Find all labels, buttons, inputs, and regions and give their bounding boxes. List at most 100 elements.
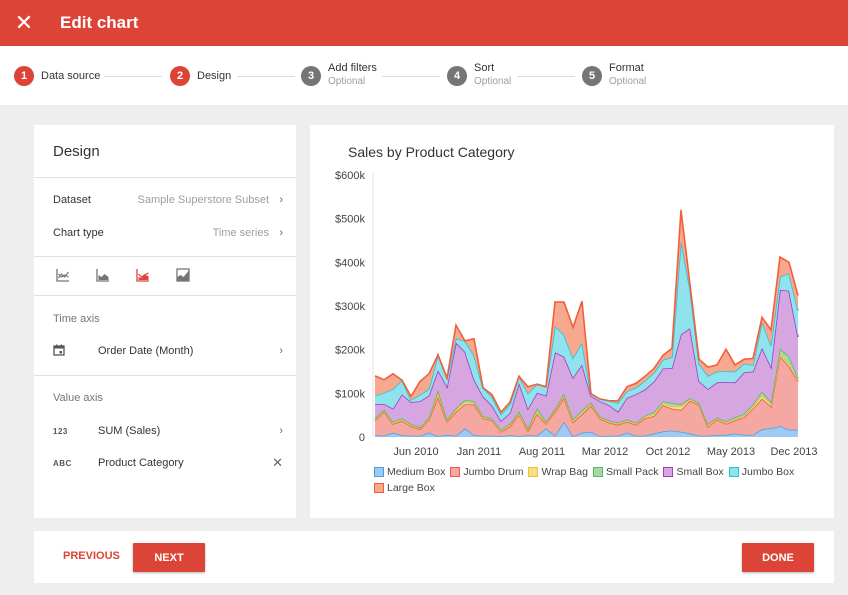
page-title: Edit chart — [60, 13, 139, 32]
close-icon[interactable]: ✕ — [272, 455, 283, 471]
step-number: 5 — [582, 66, 602, 86]
y-tick-label: 0 — [359, 432, 365, 444]
legend-swatch — [374, 467, 384, 477]
x-tick-label: Jan 2011 — [457, 446, 501, 458]
divider — [34, 177, 296, 178]
step-add-filters[interactable]: 3 Add filters Optional — [301, 62, 377, 88]
dataset-value: Sample Superstore Subset — [137, 194, 269, 206]
text-type-icon: ABC — [53, 458, 72, 468]
chart-type-label: Chart type — [53, 227, 104, 239]
legend-label: Medium Box — [387, 466, 446, 478]
step-data-source[interactable]: 1 Data source — [14, 65, 100, 87]
legend-item[interactable]: Large Box — [374, 481, 435, 495]
value-axis-label: Value axis — [53, 392, 103, 404]
dataset-label: Dataset — [53, 194, 91, 206]
chart-preview-panel: Sales by Product Category 0 $100k $200k $30… — [310, 125, 834, 518]
x-tick-label: Aug 2011 — [519, 446, 565, 458]
y-tick-label: $200k — [335, 345, 365, 357]
step-format[interactable]: 5 Format Optional — [582, 62, 647, 88]
legend-item[interactable]: Small Pack — [592, 465, 659, 479]
legend-swatch — [728, 467, 739, 477]
close-icon[interactable]: ✕ — [0, 0, 48, 46]
step-connector — [104, 76, 162, 77]
x-tick-label: May 2013 — [707, 446, 755, 458]
step-number: 4 — [447, 66, 467, 86]
chart-type-row[interactable]: Chart type Time series › — [53, 223, 283, 243]
area-chart-icon[interactable] — [96, 268, 110, 282]
chart-type-value: Time series — [212, 227, 269, 239]
legend-item[interactable]: Medium Box — [374, 465, 445, 479]
time-axis-field-name: Order Date (Month) — [98, 345, 194, 357]
step-connector — [237, 76, 295, 77]
step-sort[interactable]: 4 Sort Optional — [447, 62, 512, 88]
y-tick-label: $500k — [335, 214, 365, 226]
step-number: 3 — [301, 66, 321, 86]
legend-label: Large Box — [387, 482, 435, 494]
legend-label: Jumbo Drum — [463, 466, 524, 478]
step-label: Data source — [41, 70, 101, 82]
step-number: 2 — [170, 66, 190, 86]
step-label: Design — [197, 70, 232, 82]
value-field-name: SUM (Sales) — [98, 425, 161, 437]
legend-item[interactable]: Small Box — [663, 465, 724, 479]
number-type-icon: 123 — [53, 426, 68, 436]
next-button[interactable]: NEXT — [133, 543, 205, 572]
step-design[interactable]: 2 Design — [170, 65, 231, 87]
step-connector — [382, 76, 440, 77]
legend-label: Jumbo Box — [741, 466, 795, 478]
legend-swatch — [663, 467, 674, 477]
time-axis-field[interactable]: Order Date (Month) › — [53, 341, 283, 361]
done-button[interactable]: DONE — [742, 543, 814, 572]
legend-item[interactable]: Wrap Bag — [528, 465, 588, 479]
divider — [34, 295, 296, 296]
value-field-sales[interactable]: 123 SUM (Sales) › — [53, 421, 283, 441]
value-field-product-category[interactable]: ABC Product Category ✕ — [53, 453, 283, 473]
legend-label: Wrap Bag — [541, 466, 588, 478]
previous-button[interactable]: PREVIOUS — [63, 550, 120, 562]
panel-title: Design — [53, 143, 100, 160]
chevron-right-icon[interactable]: › — [279, 345, 283, 357]
step-number: 1 — [14, 66, 34, 86]
step-label: Format — [609, 62, 644, 74]
y-tick-label: $100k — [335, 388, 365, 400]
filled-area-chart-icon[interactable] — [176, 268, 190, 282]
legend-item[interactable]: Jumbo Drum — [450, 465, 523, 479]
divider — [34, 256, 296, 257]
app-header: ✕ Edit chart — [0, 0, 848, 46]
legend-swatch — [450, 467, 461, 477]
dataset-row[interactable]: Dataset Sample Superstore Subset › — [53, 190, 283, 210]
x-tick-label: Oct 2012 — [646, 446, 691, 458]
step-sublabel: Optional — [328, 76, 366, 87]
value-field-name: Product Category — [98, 457, 184, 469]
line-chart-icon[interactable] — [56, 268, 70, 282]
wizard-stepper: 1 Data source 2 Design 3 Add filters Opt… — [0, 46, 848, 105]
x-tick-label: Dec 2013 — [770, 446, 817, 458]
y-tick-label: $600k — [335, 170, 365, 182]
chart-legend: Medium Box Jumbo Drum Wrap Bag Small Pack Sm… — [374, 465, 824, 497]
chevron-right-icon[interactable]: › — [279, 425, 283, 437]
divider — [34, 375, 296, 376]
stacked-area-chart: 0 $100k $200k $300k $400k $500k $600k Jun 2010 J… — [335, 170, 818, 458]
step-sublabel: Optional — [474, 76, 512, 87]
legend-swatch — [592, 467, 603, 477]
legend-swatch — [374, 483, 384, 493]
chart-variant-picker — [56, 268, 190, 282]
chevron-right-icon: › — [279, 227, 283, 239]
legend-swatch — [528, 467, 539, 477]
x-tick-label: Mar 2012 — [582, 446, 628, 458]
x-tick-label: Jun 2010 — [393, 446, 438, 458]
step-connector — [517, 76, 575, 77]
step-label: Sort — [474, 62, 495, 74]
time-axis-label: Time axis — [53, 313, 100, 325]
y-tick-label: $300k — [335, 301, 365, 313]
y-tick-label: $400k — [335, 257, 365, 269]
calendar-icon — [53, 344, 98, 358]
wizard-footer: PREVIOUS NEXT DONE — [34, 531, 834, 583]
design-panel: Design Dataset Sample Superstore Subset … — [34, 125, 296, 518]
stacked-area-chart-icon[interactable] — [136, 268, 150, 282]
legend-item[interactable]: Jumbo Box — [728, 465, 795, 479]
legend-label: Small Box — [676, 466, 724, 478]
legend-label: Small Pack — [605, 466, 659, 478]
step-label: Add filters — [328, 62, 377, 74]
step-sublabel: Optional — [609, 76, 647, 87]
